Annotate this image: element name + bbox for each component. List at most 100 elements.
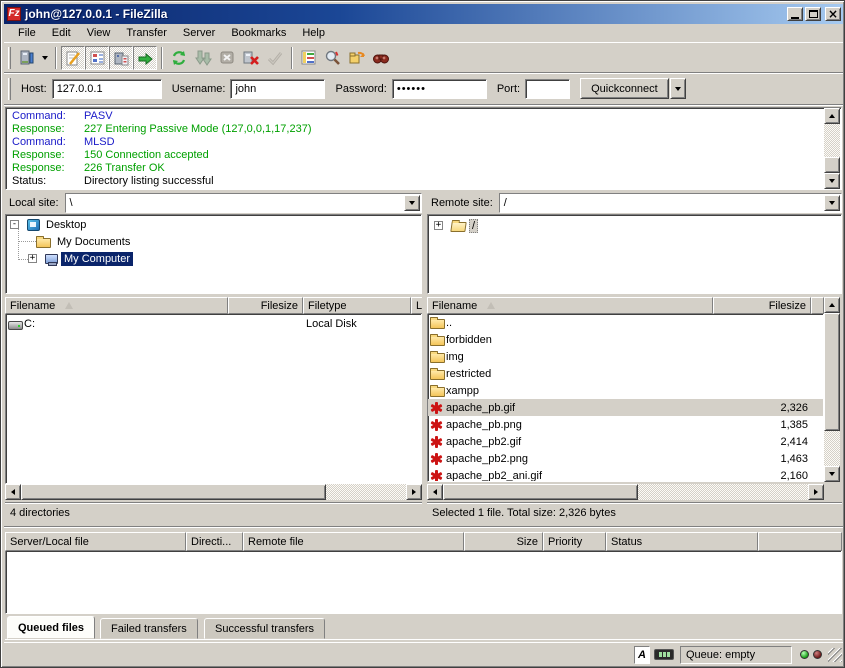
site-manager-button[interactable]: [15, 46, 39, 70]
local-tree[interactable]: - Desktop My Documents + My Computer: [5, 214, 422, 294]
local-hscrollbar[interactable]: [5, 484, 422, 501]
tab-failed-transfers[interactable]: Failed transfers: [100, 618, 198, 639]
remote-file-row[interactable]: apache_pb.png 1,385: [428, 416, 823, 433]
resize-grip[interactable]: [828, 648, 842, 662]
column-header-size[interactable]: Size: [464, 532, 543, 551]
remote-file-row[interactable]: restricted: [428, 365, 823, 382]
menu-bookmarks[interactable]: Bookmarks: [223, 25, 294, 42]
toggle-log-button[interactable]: [61, 46, 85, 70]
column-header-filesize[interactable]: Filesize: [713, 297, 811, 314]
scroll-down-button[interactable]: [824, 173, 840, 189]
maximize-button[interactable]: [805, 7, 821, 21]
menu-edit[interactable]: Edit: [44, 25, 79, 42]
scroll-thumb[interactable]: [21, 484, 326, 500]
filter-button[interactable]: [297, 46, 321, 70]
remote-hscrollbar[interactable]: [427, 484, 824, 501]
column-header-server-local-file[interactable]: Server/Local file: [5, 532, 186, 551]
local-file-row[interactable]: C: Local Disk: [6, 315, 421, 332]
reconnect-button[interactable]: [263, 46, 287, 70]
menu-file[interactable]: File: [10, 25, 44, 42]
message-log[interactable]: Command:PASV Response:227 Entering Passi…: [5, 107, 842, 190]
toggle-remote-tree-button[interactable]: [109, 46, 133, 70]
tree-label-selected[interactable]: My Computer: [61, 252, 133, 266]
process-queue-button[interactable]: [191, 46, 215, 70]
remote-tree[interactable]: + /: [427, 214, 842, 294]
tree-item-desktop[interactable]: - Desktop: [10, 216, 89, 233]
tab-successful-transfers[interactable]: Successful transfers: [204, 618, 325, 639]
scroll-up-button[interactable]: [824, 108, 840, 124]
splitter[interactable]: [4, 526, 843, 528]
tree-label-selected[interactable]: /: [469, 219, 478, 233]
remote-file-row[interactable]: xampp: [428, 382, 823, 399]
disconnect-button[interactable]: [239, 46, 263, 70]
expand-icon[interactable]: +: [28, 254, 37, 263]
menu-transfer[interactable]: Transfer: [118, 25, 175, 42]
password-input[interactable]: [392, 79, 487, 99]
local-file-list[interactable]: C: Local Disk: [5, 314, 422, 484]
tree-item-my-documents[interactable]: My Documents: [36, 233, 133, 250]
quickconnect-button[interactable]: Quickconnect: [580, 78, 669, 99]
column-header-status[interactable]: Status: [606, 532, 758, 551]
minimize-button[interactable]: [787, 7, 803, 21]
find-files-button[interactable]: [369, 46, 393, 70]
remote-file-row[interactable]: apache_pb2.gif 2,414: [428, 433, 823, 450]
tab-queued-files[interactable]: Queued files: [7, 616, 95, 639]
column-header-lastmodified[interactable]: L: [411, 297, 422, 314]
title-bar[interactable]: Fz john@127.0.0.1 - FileZilla ×: [4, 4, 843, 24]
scroll-down-button[interactable]: [824, 466, 840, 482]
queue-list[interactable]: [5, 551, 842, 614]
remote-file-row[interactable]: ..: [428, 314, 823, 331]
quickconnect-dropdown[interactable]: [670, 78, 686, 99]
tree-item-my-computer[interactable]: + My Computer: [28, 250, 133, 267]
scroll-track[interactable]: [326, 484, 406, 500]
column-header-remote-file[interactable]: Remote file: [243, 532, 464, 551]
column-header-direction[interactable]: Directi...: [186, 532, 243, 551]
scroll-thumb[interactable]: [443, 484, 638, 500]
remote-file-list[interactable]: .. forbidden img restricted xampp apache…: [427, 314, 824, 482]
column-header-filename[interactable]: Filename: [427, 297, 713, 314]
column-header-priority[interactable]: Priority: [543, 532, 606, 551]
remote-file-row[interactable]: apache_pb2.png 1,463: [428, 450, 823, 467]
scroll-right-button[interactable]: [808, 484, 824, 500]
site-manager-dropdown[interactable]: [39, 47, 51, 69]
cancel-button[interactable]: [215, 46, 239, 70]
toggle-local-tree-button[interactable]: [85, 46, 109, 70]
toggle-queue-button[interactable]: [133, 46, 157, 70]
tree-item-root[interactable]: + /: [434, 217, 478, 234]
scroll-track[interactable]: [824, 124, 840, 157]
tree-label[interactable]: Desktop: [43, 218, 89, 232]
expand-icon[interactable]: +: [434, 221, 443, 230]
scroll-up-button[interactable]: [824, 297, 840, 313]
remote-file-row[interactable]: apache_pb2_ani.gif 2,160: [428, 467, 823, 482]
local-site-combo[interactable]: \: [65, 193, 422, 213]
scroll-right-button[interactable]: [406, 484, 422, 500]
scroll-track[interactable]: [824, 431, 840, 466]
directory-comparison-button[interactable]: [321, 46, 345, 70]
remote-site-dropdown[interactable]: [824, 195, 840, 211]
scroll-track[interactable]: [638, 484, 808, 500]
column-header-filename[interactable]: Filename: [5, 297, 228, 314]
transfer-type-indicator[interactable]: A: [634, 646, 650, 664]
remote-file-row-selected[interactable]: apache_pb.gif 2,326: [428, 399, 823, 416]
menu-view[interactable]: View: [79, 25, 119, 42]
collapse-icon[interactable]: -: [10, 220, 19, 229]
host-input[interactable]: [52, 79, 162, 99]
scroll-left-button[interactable]: [427, 484, 443, 500]
remote-file-row[interactable]: img: [428, 348, 823, 365]
synchronized-browsing-button[interactable]: [345, 46, 369, 70]
remote-vscrollbar[interactable]: [824, 297, 841, 482]
tree-label[interactable]: My Documents: [54, 235, 133, 249]
remote-site-combo[interactable]: /: [499, 193, 842, 213]
menu-help[interactable]: Help: [294, 25, 333, 42]
remote-file-row[interactable]: forbidden: [428, 331, 823, 348]
username-input[interactable]: [230, 79, 325, 99]
scroll-thumb[interactable]: [824, 157, 840, 173]
scroll-left-button[interactable]: [5, 484, 21, 500]
refresh-button[interactable]: [167, 46, 191, 70]
log-scrollbar[interactable]: [824, 108, 841, 189]
speed-limit-indicator-icon[interactable]: [654, 649, 674, 660]
column-header-filesize[interactable]: Filesize: [228, 297, 303, 314]
menu-server[interactable]: Server: [175, 25, 223, 42]
close-button[interactable]: ×: [825, 7, 841, 21]
scroll-thumb[interactable]: [824, 313, 840, 431]
